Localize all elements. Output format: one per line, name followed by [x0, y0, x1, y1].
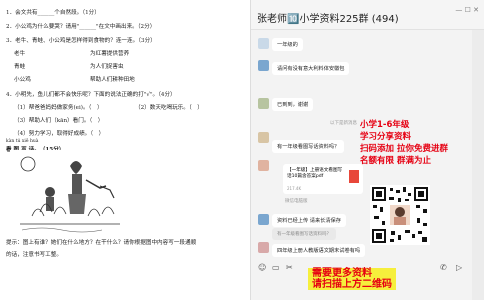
question-3: 3．老牛、青蛙、小公鸡是怎样得到食物的？连一连。（3分）	[6, 38, 156, 44]
video-icon[interactable]: ▷	[456, 263, 462, 272]
banner-line-1: 需要更多资料	[312, 268, 372, 279]
file-source: 微信电脑版	[285, 199, 308, 204]
option-1: （1）帮爸爸妈妈做家务(ei)。（ ）	[14, 105, 103, 111]
message-bubble: 请问有没有意大利料体安徽包	[272, 62, 350, 75]
promo-line-4: 名额有限 群满为止	[360, 156, 431, 166]
avatar[interactable]	[258, 132, 269, 143]
banner-line-2: 请扫描上方二维码	[312, 279, 392, 290]
question-2: 2．小公鸡为什么要哭？请用"______"在文中画出来。（2分）	[6, 24, 156, 30]
hint-line-2: 的话，注意书写工整。	[6, 252, 62, 258]
folder-icon[interactable]: ▭	[272, 263, 280, 272]
pdf-icon	[349, 170, 359, 183]
message-bubble: 有一年级看图写话资料吗？	[272, 140, 345, 153]
qr-code	[370, 185, 430, 245]
message-bubble: 资料已经上传 请来长清保存	[272, 214, 346, 227]
file-name: 【一年级】上册语文看图写话10篇含答案pdf	[287, 168, 343, 179]
promo-banner: 需要更多资料 请扫描上方二维码	[308, 268, 396, 290]
match-right-3: 帮助人们耕种田地	[90, 77, 135, 83]
option-2: （2）数天吃喝玩乐。（ ）	[135, 105, 203, 111]
match-left-3: 小公鸡	[14, 77, 31, 83]
message-bubble: 已到到，谢谢	[272, 98, 314, 111]
match-right-2: 为人们捉害虫	[90, 64, 124, 70]
illustration-watering-flowers	[10, 150, 130, 236]
worksheet-document: 1．会文共有______个自然段。（1分） 2．小公鸡为什么要哭？请用"____…	[0, 0, 246, 300]
option-3: （3）帮助人们（kān）看门。（ ）	[14, 118, 104, 124]
promo-line-1: 小学1-6年级	[360, 120, 410, 130]
match-left-2: 青蛙	[14, 64, 26, 70]
message-bubble: 一年级的	[272, 38, 303, 51]
avatar[interactable]	[258, 160, 269, 171]
option-4: （4）努力学习，取得好成绩。（ ）	[14, 131, 105, 137]
promo-line-2: 学习分享资料	[360, 132, 412, 142]
scissors-icon[interactable]: ✂	[286, 263, 293, 272]
match-left-1: 老牛	[14, 51, 26, 57]
new-messages-divider: 以下是新消息	[330, 121, 357, 126]
message-bubble: 四年级上册人教版语文期末试卷有吗	[272, 244, 366, 257]
question-1: 1．会文共有______个自然段。（1分）	[6, 10, 100, 16]
phone-icon[interactable]: ✆	[440, 263, 447, 272]
file-message[interactable]: 【一年级】上册语文看图写话10篇含答案pdf 217.4K	[283, 164, 363, 194]
window-controls[interactable]: — ☐ ✕	[455, 6, 479, 14]
promo-line-3: 扫码添加 拉你免费进群	[360, 144, 448, 154]
quoted-message: 有一年级看图写话资料吗？	[272, 228, 336, 240]
file-size: 217.4K	[287, 186, 302, 191]
avatar[interactable]	[258, 242, 269, 253]
section-pinyin: kàn tú xiě huà	[6, 139, 39, 144]
chat-title: 张老师🔟小学资料225群 (494)	[257, 14, 399, 25]
avatar[interactable]	[258, 60, 269, 71]
emoji-icon[interactable]: ☺	[258, 263, 266, 272]
question-4: 4．小明先，鱼儿们都不会快乐呢？下面的说法正确的打"√"。（4分）	[6, 92, 176, 98]
avatar[interactable]	[258, 98, 269, 109]
avatar[interactable]	[258, 38, 269, 49]
match-right-1: 为红薯提供营养	[90, 51, 130, 57]
avatar[interactable]	[258, 214, 269, 225]
scrollbar[interactable]	[472, 30, 484, 300]
chat-titlebar: 张老师🔟小学资料225群 (494) — ☐ ✕	[251, 0, 484, 30]
hint-line-1: 提示：图上有谁？她们在什么地方？在干什么？请你根据图中内容写一段通顺	[6, 240, 197, 246]
